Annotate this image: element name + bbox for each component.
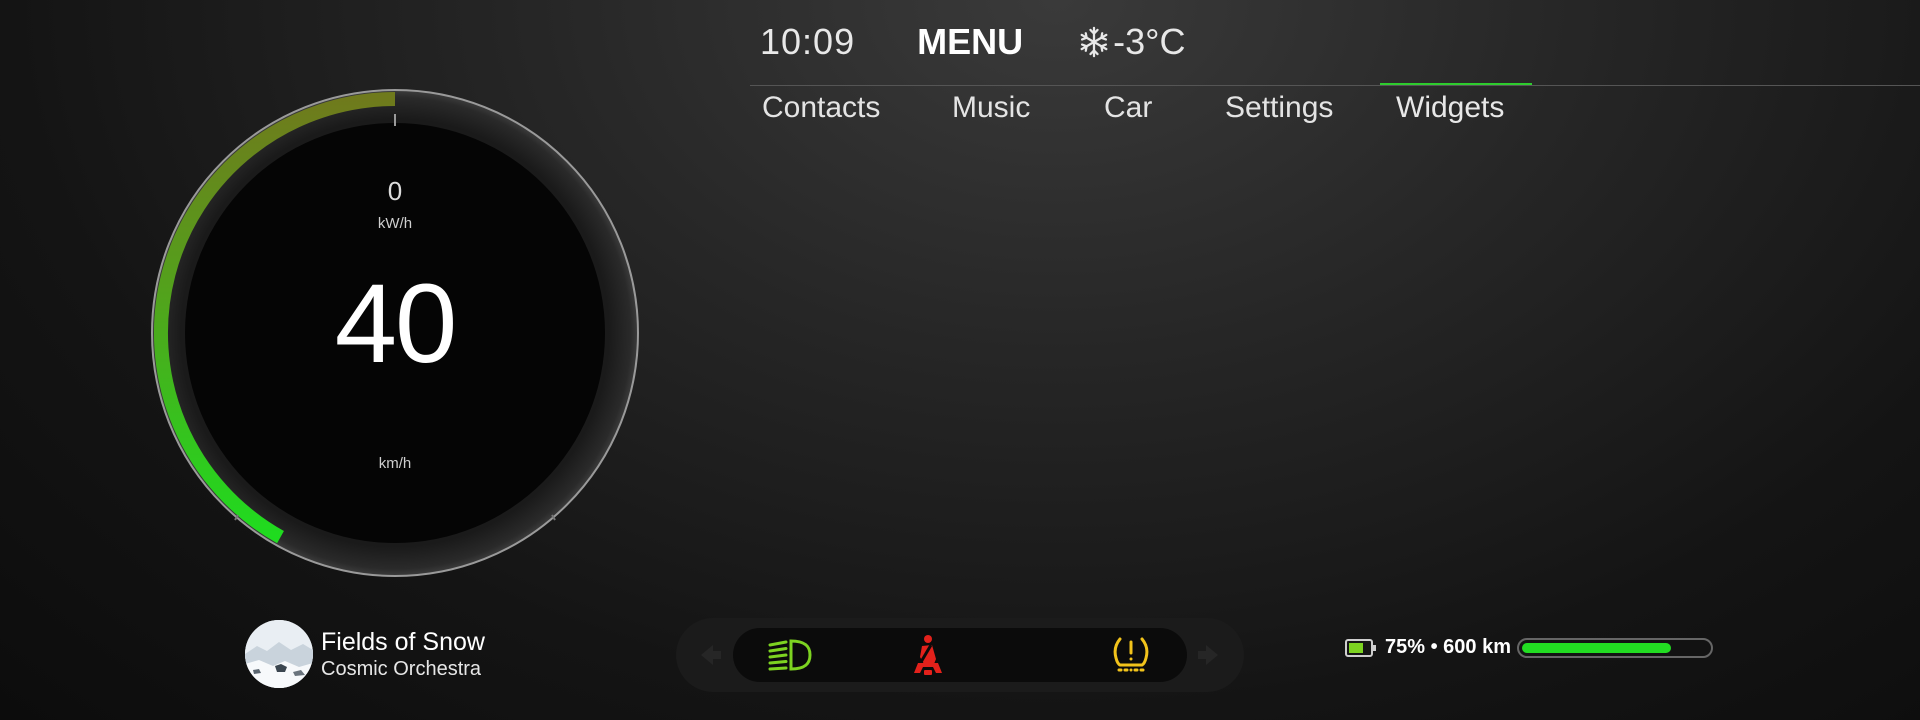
battery-icon: [1345, 638, 1377, 658]
warnings-prev-button[interactable]: [693, 640, 723, 670]
tab-settings[interactable]: Settings: [1225, 85, 1333, 135]
tab-widgets[interactable]: Widgets: [1380, 83, 1532, 135]
speed-unit: km/h: [378, 455, 412, 472]
headlight-icon: [768, 639, 812, 671]
album-art[interactable]: [245, 620, 313, 688]
header-divider: [750, 85, 1920, 86]
warnings-next-button[interactable]: [1196, 640, 1226, 670]
tab-label: Settings: [1225, 91, 1334, 124]
temperature: -3°C: [1113, 21, 1186, 62]
track-artist: Cosmic Orchestra: [321, 658, 482, 680]
tab-contacts[interactable]: Contacts: [762, 85, 880, 135]
chevron-right-icon: [1198, 645, 1218, 665]
seatbelt-indicator: [904, 633, 952, 677]
power-value: 0: [387, 176, 403, 206]
clock: 10:09: [760, 21, 856, 62]
battery-status[interactable]: 75% • 600 km: [1345, 636, 1713, 659]
tab-music[interactable]: Music: [952, 85, 1030, 135]
weather-widget[interactable]: -3°C: [1077, 21, 1186, 63]
battery-level-fill: [1521, 642, 1671, 653]
tab-label: Contacts: [762, 91, 881, 124]
tire-pressure-indicator: [1107, 633, 1155, 677]
tire-pressure-icon: [1113, 637, 1149, 672]
headlight-indicator: [766, 633, 814, 677]
active-tab-indicator: [1380, 83, 1532, 85]
track-info: Fields of Snow Cosmic Orchestra: [321, 627, 485, 681]
snowflake-icon: [1080, 26, 1108, 58]
album-art-image: [245, 620, 313, 688]
tab-label: Widgets: [1396, 91, 1505, 124]
top-bar: 10:09 MENU -3°C: [760, 18, 1186, 66]
menu-title[interactable]: MENU: [917, 21, 1023, 63]
chevron-left-icon: [701, 645, 721, 665]
tab-car[interactable]: Car: [1104, 85, 1152, 135]
battery-range-text: 75% • 600 km: [1385, 636, 1511, 658]
battery-level-bar: [1516, 637, 1713, 658]
power-unit: kW/h: [377, 215, 413, 232]
dashboard-screen: 10:09 MENU -3°C Contacts Music Car Setti…: [0, 0, 1920, 720]
speed-value: 40: [334, 261, 458, 386]
speed-gauge: 0 kW/h 40 km/h: [150, 88, 640, 578]
now-playing[interactable]: Fields of Snow Cosmic Orchestra: [245, 620, 485, 688]
track-title: Fields of Snow: [321, 628, 485, 656]
tab-label: Car: [1104, 91, 1153, 124]
tab-label: Music: [952, 91, 1031, 124]
seatbelt-icon: [914, 635, 942, 675]
